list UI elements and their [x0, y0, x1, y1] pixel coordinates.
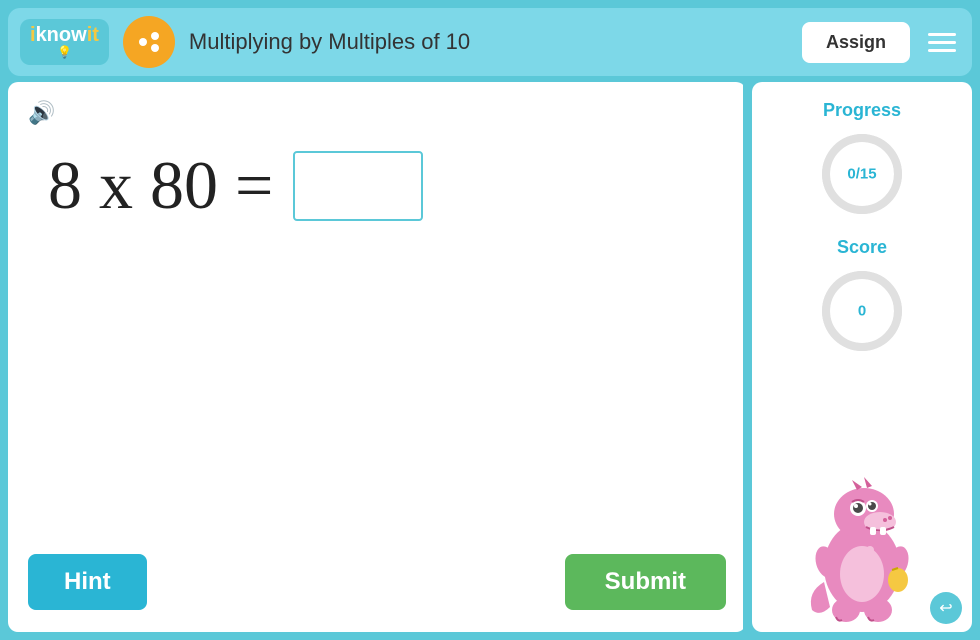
menu-button[interactable]	[924, 29, 960, 56]
progress-value: 0/15	[847, 166, 876, 183]
dinosaur-mascot	[802, 462, 922, 622]
logo-text: iknowit	[30, 25, 99, 45]
app-wrapper: iknowit 💡 Multiplying by Multiples of 10…	[0, 0, 980, 640]
logo-bulb-icon: 💡	[30, 45, 99, 59]
score-label: Score	[837, 237, 887, 258]
lesson-title: Multiplying by Multiples of 10	[189, 29, 788, 55]
dots-icon	[135, 28, 163, 56]
progress-circle: 0/15	[817, 129, 907, 219]
hamburger-line-3	[928, 49, 956, 52]
back-button[interactable]: ↩	[930, 592, 962, 624]
hamburger-line-1	[928, 33, 956, 36]
progress-label: Progress	[823, 100, 901, 121]
hint-button[interactable]: Hint	[28, 554, 147, 610]
question-expression: 8 x 80 =	[48, 146, 273, 225]
answer-input[interactable]	[293, 151, 423, 221]
question-area: 8 x 80 =	[28, 136, 726, 235]
score-circle: 0	[817, 266, 907, 356]
hamburger-line-2	[928, 41, 956, 44]
question-panel: 🔊 8 x 80 = Hint Submit	[8, 82, 746, 632]
score-value: 0	[858, 303, 866, 320]
submit-button[interactable]: Submit	[565, 554, 726, 610]
sound-button[interactable]: 🔊	[28, 100, 726, 126]
assign-button[interactable]: Assign	[802, 22, 910, 63]
header: iknowit 💡 Multiplying by Multiples of 10…	[8, 8, 972, 76]
stats-panel: Progress 0/15 Score 0	[752, 82, 972, 632]
back-arrow-icon: ↩	[939, 598, 952, 618]
divider	[743, 82, 746, 632]
mascot-area	[766, 374, 958, 622]
logo: iknowit 💡	[20, 19, 109, 65]
bottom-buttons: Hint Submit	[28, 554, 726, 614]
lesson-icon	[123, 16, 175, 68]
main-content: 🔊 8 x 80 = Hint Submit Progress 0/15	[8, 82, 972, 632]
